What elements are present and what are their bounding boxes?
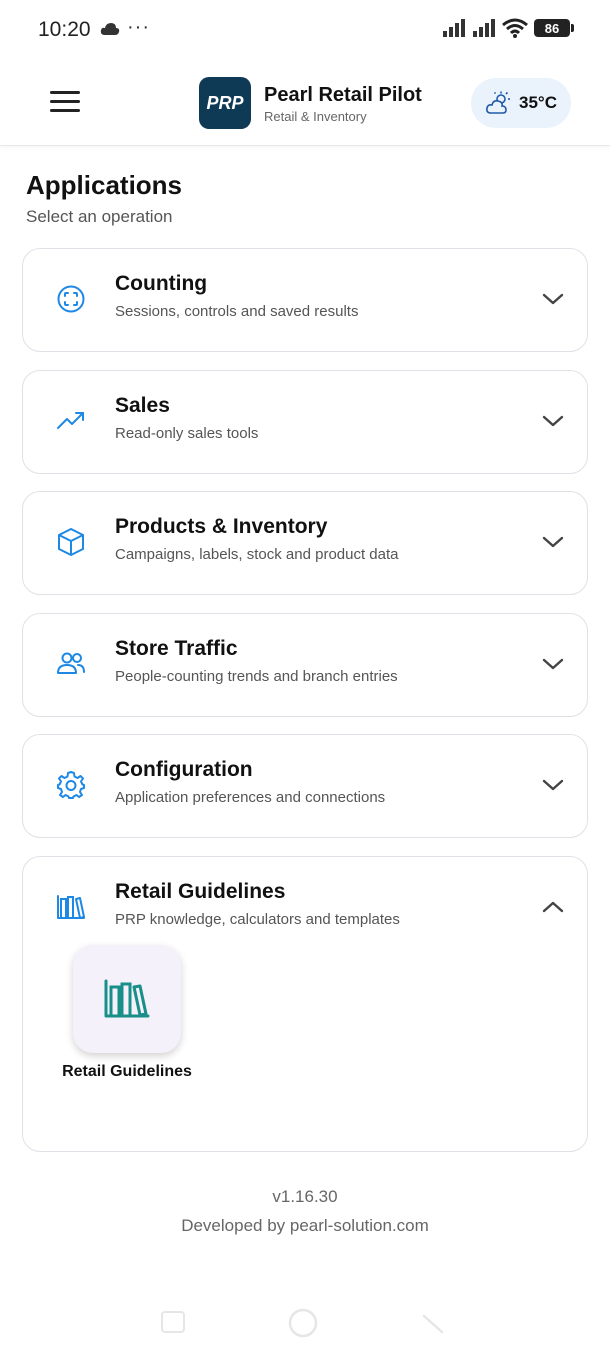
app-header: PRP Pearl Retail Pilot Retail & Inventor…: [0, 60, 610, 146]
app-tile-label: Retail Guidelines: [62, 1063, 192, 1080]
chevron-down-icon: [542, 779, 564, 791]
section-description: People-counting trends and branch entrie…: [115, 668, 398, 685]
wifi-icon: [502, 18, 528, 38]
section-title: Configuration: [115, 758, 253, 781]
section-description: PRP knowledge, calculators and templates: [115, 911, 400, 928]
hamburger-icon-bar: [50, 109, 80, 112]
signal-icon: [443, 19, 465, 37]
section-products-inventory-header[interactable]: Products & Inventory Campaigns, labels, …: [23, 492, 587, 594]
books-icon: [104, 979, 150, 1018]
hamburger-icon-bar: [50, 100, 80, 103]
recent-apps-icon[interactable]: [160, 1310, 186, 1334]
app-version: v1.16.30: [272, 1187, 338, 1206]
developer-credit: Developed by pearl-solution.com: [181, 1216, 429, 1235]
scan-icon: [57, 285, 85, 313]
section-configuration: Configuration Application preferences an…: [22, 734, 588, 838]
home-icon[interactable]: [286, 1307, 320, 1339]
page-subtitle: Select an operation: [26, 207, 173, 226]
hamburger-icon-bar: [50, 91, 80, 94]
section-products-inventory: Products & Inventory Campaigns, labels, …: [22, 491, 588, 595]
section-description: Sessions, controls and saved results: [115, 303, 359, 320]
cloud-icon: [100, 23, 120, 35]
back-icon[interactable]: [420, 1310, 446, 1334]
partly-cloudy-icon: [486, 91, 510, 114]
retail-guidelines-app-tile[interactable]: [73, 945, 181, 1053]
section-configuration-header[interactable]: Configuration Application preferences an…: [23, 735, 587, 837]
section-store-traffic: Store Traffic People-counting trends and…: [22, 613, 588, 717]
section-description: Application preferences and connections: [115, 789, 386, 806]
status-time: 10:20: [38, 18, 91, 41]
gear-icon: [57, 771, 85, 799]
chevron-down-icon: [542, 415, 564, 427]
section-retail-guidelines: Retail Guidelines PRP knowledge, calcula…: [22, 856, 588, 1152]
page-title: Applications: [26, 170, 183, 200]
section-title: Products & Inventory: [115, 515, 328, 538]
status-indicators: 86: [442, 18, 574, 38]
signal-icon-2: [473, 19, 495, 37]
section-retail-guidelines-header[interactable]: Retail Guidelines PRP knowledge, calcula…: [23, 857, 587, 959]
section-sales: Sales Read-only sales tools: [22, 370, 588, 474]
chevron-down-icon: [542, 658, 564, 670]
weather-badge[interactable]: 35°C: [471, 78, 571, 128]
people-icon: [57, 652, 85, 674]
system-navigation-bar: [0, 1290, 610, 1356]
app-title: Pearl Retail Pilot: [264, 84, 422, 106]
chevron-up-icon: [542, 901, 564, 913]
section-description: Read-only sales tools: [115, 425, 259, 442]
section-title: Retail Guidelines: [115, 880, 286, 903]
cube-icon: [58, 528, 84, 556]
section-counting: Counting Sessions, controls and saved re…: [22, 248, 588, 352]
app-logo: PRP: [199, 77, 251, 129]
section-counting-header[interactable]: Counting Sessions, controls and saved re…: [23, 249, 587, 351]
app-subtitle: Retail & Inventory: [264, 109, 367, 124]
section-title: Counting: [115, 272, 208, 295]
more-notifications-icon: ···: [127, 16, 150, 38]
menu-button[interactable]: [50, 91, 80, 113]
section-title: Store Traffic: [115, 637, 238, 660]
section-sales-header[interactable]: Sales Read-only sales tools: [23, 371, 587, 473]
weather-temperature: 35°C: [519, 93, 557, 112]
chevron-down-icon: [542, 293, 564, 305]
section-store-traffic-header[interactable]: Store Traffic People-counting trends and…: [23, 614, 587, 716]
section-title: Sales: [115, 394, 170, 417]
trending-up-icon: [57, 412, 84, 429]
battery-indicator: 86: [534, 19, 574, 37]
books-icon: [57, 895, 85, 919]
chevron-down-icon: [542, 536, 564, 548]
section-description: Campaigns, labels, stock and product dat…: [115, 546, 399, 563]
status-bar: 10:20 ··· 86: [0, 0, 610, 60]
